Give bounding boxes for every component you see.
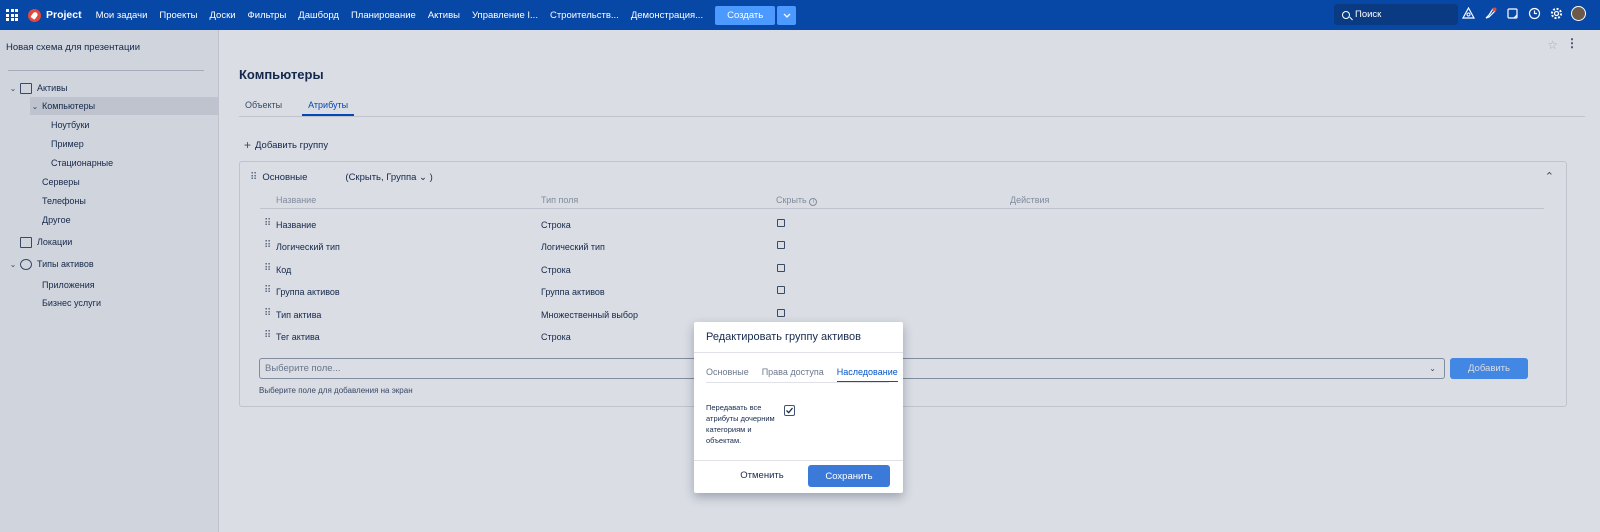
nav-management[interactable]: Управление І... [472, 10, 538, 21]
search-icon [1342, 10, 1350, 19]
save-button[interactable]: Сохранить [808, 465, 890, 487]
inherit-attributes-label: Передавать все атрибуты дочерним категор… [706, 403, 775, 445]
nav-filters[interactable]: Фильтры [248, 10, 287, 21]
rocket-logo-icon [28, 8, 41, 22]
nav-assets[interactable]: Активы [428, 10, 460, 21]
nav-projects[interactable]: Проекты [159, 10, 197, 21]
top-icons-group [1461, 6, 1586, 21]
nav-boards[interactable]: Доски [210, 10, 236, 21]
nav-demonstration[interactable]: Демонстрация... [631, 10, 703, 21]
dialog-tabs-divider [706, 382, 889, 383]
dialog-title: Редактировать группу активов [706, 331, 861, 343]
feedback-icon[interactable] [1505, 6, 1520, 21]
app-switcher-icon[interactable] [6, 9, 18, 21]
nav-planning[interactable]: Планирование [351, 10, 416, 21]
top-navigation-bar: Project Мои задачи Проекты Доски Фильтры… [0, 0, 1600, 30]
create-button[interactable]: Создать [715, 5, 776, 25]
dialog-tab-inheritance[interactable]: Наследование [836, 367, 898, 382]
search-input[interactable]: Поиск [1334, 4, 1458, 25]
settings-gear-icon[interactable] [1549, 6, 1564, 21]
nav-dashboard[interactable]: Дашборд [298, 10, 339, 21]
checkmark-icon [786, 407, 794, 414]
nav-my-tasks[interactable]: Мои задачи [96, 10, 148, 21]
chevron-down-icon [783, 13, 791, 18]
alerts-icon[interactable] [1461, 6, 1476, 21]
app-logo[interactable]: Project [28, 8, 82, 22]
release-notes-icon[interactable] [1483, 6, 1498, 21]
create-dropdown-button[interactable] [777, 5, 797, 25]
inherit-attributes-checkbox[interactable] [784, 405, 795, 416]
dialog-tab-permissions[interactable]: Права доступа [762, 367, 824, 382]
dialog-header-divider [694, 352, 903, 353]
history-icon[interactable] [1527, 6, 1542, 21]
user-avatar[interactable] [1571, 6, 1586, 21]
cancel-button[interactable]: Отменить [738, 465, 786, 485]
app-name: Project [46, 9, 82, 21]
dialog-footer-divider [694, 460, 903, 461]
dialog-tab-bar: Основные Права доступа Наследование [706, 367, 898, 382]
edit-asset-group-dialog: Редактировать группу активов Основные Пр… [694, 322, 903, 493]
nav-construction[interactable]: Строительств... [550, 10, 619, 21]
dialog-tab-general[interactable]: Основные [706, 367, 749, 382]
search-placeholder: Поиск [1355, 9, 1382, 20]
